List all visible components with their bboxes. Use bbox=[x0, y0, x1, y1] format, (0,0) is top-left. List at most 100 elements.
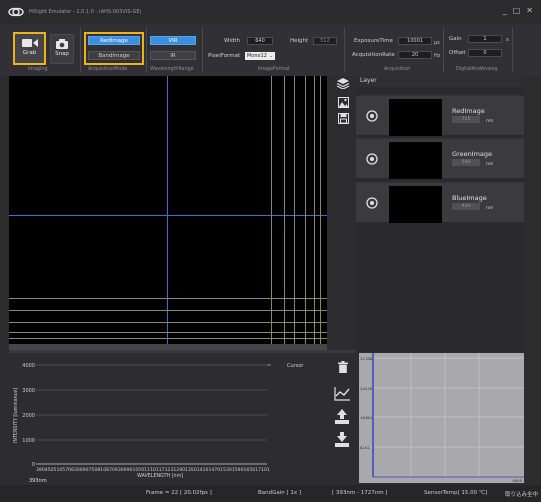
spectrum-panel: Cursor 4000 3000 2000 1000 0 INTENSITY [… bbox=[9, 353, 330, 485]
cursor-vertical-line bbox=[167, 76, 168, 350]
layer-wavelength-input[interactable]: 715 bbox=[452, 116, 480, 123]
snap-button[interactable]: Snap bbox=[50, 34, 74, 64]
app-title: HiSight Emulator - 2.0.1.0 - (AHS-003VIS… bbox=[29, 9, 142, 15]
trash-icon[interactable] bbox=[336, 360, 350, 374]
y-axis-label: INTENSITY [luminance] bbox=[13, 388, 19, 443]
y-tick: 1000 bbox=[22, 438, 35, 444]
gain-input[interactable]: 1 bbox=[468, 35, 502, 43]
group-label-acquisition: Acquisition bbox=[384, 67, 411, 72]
layer-item-blue[interactable]: BlueImage 444 nm bbox=[356, 182, 524, 223]
layer-wavelength-input[interactable]: 544 bbox=[452, 159, 480, 166]
save-icon[interactable] bbox=[336, 111, 350, 125]
group-label-digital: DigitalAndAnalog bbox=[456, 67, 498, 72]
layer-panel: RedImage 715 nm GreenImage 544 nm BlueIm… bbox=[356, 87, 524, 352]
gain-unit: x bbox=[506, 37, 509, 43]
app-logo-icon bbox=[8, 7, 24, 17]
status-bar: Frame = 22 [ 20.02fps ] BandGain [ 1x ] … bbox=[0, 485, 541, 502]
close-button[interactable]: ✕ bbox=[526, 6, 533, 15]
roi-line bbox=[9, 310, 327, 311]
exposure-label: ExposureTime bbox=[354, 38, 393, 44]
roi-line bbox=[294, 76, 295, 350]
cursor-horizontal-line bbox=[9, 215, 327, 216]
y-tick: 2000 bbox=[22, 413, 35, 419]
width-input[interactable]: 640 bbox=[247, 37, 273, 45]
roi-line bbox=[9, 338, 327, 339]
band-image-toggle[interactable]: BandImage bbox=[88, 51, 140, 60]
offset-label: Offset bbox=[449, 50, 466, 56]
grab-label: Grab bbox=[22, 50, 37, 56]
y-tick: 24576 bbox=[360, 386, 373, 391]
roi-line bbox=[284, 76, 285, 350]
eye-icon[interactable] bbox=[366, 110, 378, 122]
layer-item-green[interactable]: GreenImage 544 nm bbox=[356, 138, 524, 179]
roi-line bbox=[314, 76, 315, 350]
separator bbox=[512, 28, 513, 72]
rate-input[interactable]: 20 bbox=[398, 51, 432, 59]
image-icon[interactable] bbox=[336, 95, 350, 109]
roi-line bbox=[305, 76, 306, 350]
red-image-toggle[interactable]: RedImage bbox=[88, 36, 140, 45]
toolbar: Grab Snap Imaging RedImage BandImage Acq… bbox=[0, 24, 541, 76]
layer-item-red[interactable]: RedImage 715 nm bbox=[356, 95, 524, 136]
download-icon[interactable] bbox=[334, 431, 350, 447]
histogram-panel: 32768 24576 16384 8192 4095 bbox=[359, 353, 524, 483]
layer-thumbnail bbox=[389, 142, 442, 179]
x-tick: 4095 bbox=[512, 478, 522, 483]
x-axis-label: WAVELENGTH [nm] bbox=[137, 473, 183, 479]
x-tick-labels: 3904505105706306907508108709309901050111… bbox=[36, 467, 270, 473]
separator bbox=[443, 28, 444, 72]
layer-unit: nm bbox=[486, 162, 494, 167]
capture-status: 取り込み全中 bbox=[505, 492, 539, 498]
roi-line bbox=[9, 332, 327, 333]
eye-icon[interactable] bbox=[366, 197, 378, 209]
rate-unit: Hz bbox=[434, 53, 441, 59]
chevron-down-icon: ⌄ bbox=[269, 53, 273, 58]
image-viewer[interactable] bbox=[9, 76, 327, 350]
y-tick: 32768 bbox=[360, 356, 373, 361]
line-chart-icon[interactable] bbox=[333, 385, 351, 403]
group-label-imaging: Imaging bbox=[28, 67, 48, 72]
pixel-format-label: PixelFormat bbox=[208, 53, 241, 59]
frame-status: Frame = 22 [ 20.02fps ] bbox=[146, 490, 212, 496]
layer-name: GreenImage bbox=[452, 150, 493, 158]
separator bbox=[146, 28, 147, 72]
pixel-format-value: Mono12 bbox=[247, 53, 267, 59]
y-tick: 3000 bbox=[22, 388, 35, 394]
layer-thumbnail bbox=[389, 186, 442, 223]
layers-icon[interactable] bbox=[336, 76, 350, 90]
range-status: [ 393nm - 1727nm ] bbox=[332, 490, 388, 496]
layer-name: BlueImage bbox=[452, 194, 487, 202]
camera-icon bbox=[56, 39, 68, 49]
minimize-button[interactable]: _ bbox=[503, 6, 507, 15]
grab-button[interactable]: Grab bbox=[13, 32, 46, 65]
layer-wavelength-input[interactable]: 444 bbox=[452, 203, 480, 210]
layer-unit: nm bbox=[486, 119, 494, 124]
layer-panel-title: Layer bbox=[356, 74, 524, 87]
layer-thumbnail bbox=[389, 99, 442, 136]
group-label-wavelength: WavelengthRange bbox=[150, 67, 194, 72]
y-tick: 16384 bbox=[360, 415, 373, 420]
roi-line bbox=[271, 76, 272, 350]
width-label: Width bbox=[224, 38, 240, 44]
roi-line bbox=[9, 322, 327, 323]
eye-icon[interactable] bbox=[366, 153, 378, 165]
upload-icon[interactable] bbox=[334, 408, 350, 424]
video-camera-icon bbox=[21, 39, 38, 47]
roi-line bbox=[320, 76, 321, 350]
roi-line bbox=[9, 298, 327, 299]
height-label: Height bbox=[290, 38, 309, 44]
vir-toggle[interactable]: VIR bbox=[150, 36, 196, 45]
legend-label: Cursor bbox=[287, 363, 304, 369]
height-input[interactable]: 512 bbox=[313, 37, 337, 45]
ir-toggle[interactable]: IR bbox=[150, 51, 196, 60]
histogram-chart: 32768 24576 16384 8192 4095 bbox=[359, 353, 524, 483]
y-tick: 4000 bbox=[22, 363, 35, 369]
pixel-format-select[interactable]: Mono12 ⌄ bbox=[245, 52, 275, 60]
layer-name: RedImage bbox=[452, 107, 485, 115]
offset-input[interactable]: 0 bbox=[468, 49, 502, 57]
exposure-input[interactable]: 10001 bbox=[398, 37, 432, 45]
cursor-readout: 393nm bbox=[29, 478, 47, 484]
maximize-button[interactable]: □ bbox=[513, 6, 521, 15]
y-tick: 0 bbox=[32, 462, 35, 468]
spectrum-chart: Cursor 4000 3000 2000 1000 0 INTENSITY [… bbox=[13, 363, 304, 484]
